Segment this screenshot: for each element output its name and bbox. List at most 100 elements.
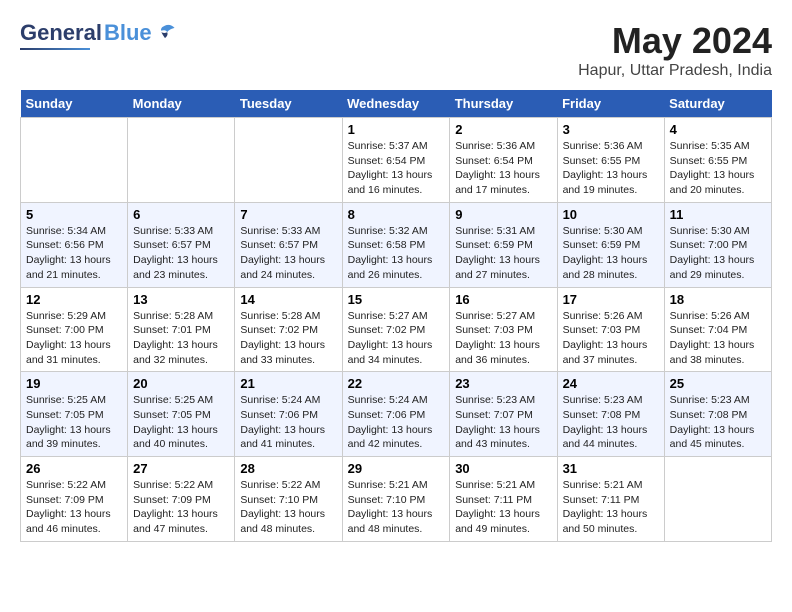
day-info: Sunrise: 5:35 AMSunset: 6:55 PMDaylight:…	[670, 139, 766, 198]
calendar-week-row: 12 Sunrise: 5:29 AMSunset: 7:00 PMDayligh…	[21, 287, 772, 372]
day-info: Sunrise: 5:26 AMSunset: 7:04 PMDaylight:…	[670, 309, 766, 368]
col-thursday: Thursday	[450, 90, 557, 118]
table-row: 24Sunrise: 5:23 AMSunset: 7:08 PMDayligh…	[557, 372, 664, 457]
table-row	[21, 118, 128, 203]
day-info: Sunrise: 5:29 AMSunset: 7:00 PMDaylight:…	[26, 309, 122, 368]
day-number: 23	[455, 376, 551, 391]
day-number: 18	[670, 292, 766, 307]
day-info: Sunrise: 5:22 AMSunset: 7:09 PMDaylight:…	[133, 478, 229, 537]
day-number: 16	[455, 292, 551, 307]
day-info: Sunrise: 5:22 AMSunset: 7:09 PMDaylight:…	[26, 478, 122, 537]
table-row: 7 Sunrise: 5:33 AMSunset: 6:57 PMDaylight…	[235, 202, 342, 287]
table-row: 14 Sunrise: 5:28 AMSunset: 7:02 PMDayligh…	[235, 287, 342, 372]
logo-underline	[20, 48, 90, 50]
table-row	[664, 457, 771, 542]
day-number: 27	[133, 461, 229, 476]
calendar-week-row: 1Sunrise: 5:37 AMSunset: 6:54 PMDaylight…	[21, 118, 772, 203]
day-number: 14	[240, 292, 336, 307]
table-row: 23 Sunrise: 5:23 AMSunset: 7:07 PMDayligh…	[450, 372, 557, 457]
day-number: 10	[563, 207, 659, 222]
page-header: General Blue May 2024 Hapur, Uttar Prade…	[20, 20, 772, 80]
day-info: Sunrise: 5:27 AMSunset: 7:02 PMDaylight:…	[348, 309, 445, 368]
day-number: 28	[240, 461, 336, 476]
table-row: 6Sunrise: 5:33 AMSunset: 6:57 PMDaylight…	[128, 202, 235, 287]
logo-blue: Blue	[104, 20, 152, 46]
calendar-week-row: 19 Sunrise: 5:25 AMSunset: 7:05 PMDayligh…	[21, 372, 772, 457]
logo: General Blue	[20, 20, 176, 50]
table-row: 13Sunrise: 5:28 AMSunset: 7:01 PMDayligh…	[128, 287, 235, 372]
table-row: 1Sunrise: 5:37 AMSunset: 6:54 PMDaylight…	[342, 118, 450, 203]
day-info: Sunrise: 5:24 AMSunset: 7:06 PMDaylight:…	[240, 393, 336, 452]
table-row	[128, 118, 235, 203]
table-row	[235, 118, 342, 203]
day-info: Sunrise: 5:23 AMSunset: 7:08 PMDaylight:…	[670, 393, 766, 452]
col-monday: Monday	[128, 90, 235, 118]
table-row: 26 Sunrise: 5:22 AMSunset: 7:09 PMDayligh…	[21, 457, 128, 542]
day-info: Sunrise: 5:36 AMSunset: 6:55 PMDaylight:…	[563, 139, 659, 198]
day-info: Sunrise: 5:21 AMSunset: 7:11 PMDaylight:…	[563, 478, 659, 537]
day-number: 31	[563, 461, 659, 476]
day-info: Sunrise: 5:28 AMSunset: 7:02 PMDaylight:…	[240, 309, 336, 368]
day-info: Sunrise: 5:30 AMSunset: 7:00 PMDaylight:…	[670, 224, 766, 283]
day-info: Sunrise: 5:27 AMSunset: 7:03 PMDaylight:…	[455, 309, 551, 368]
day-number: 24	[563, 376, 659, 391]
day-info: Sunrise: 5:32 AMSunset: 6:58 PMDaylight:…	[348, 224, 445, 283]
day-info: Sunrise: 5:37 AMSunset: 6:54 PMDaylight:…	[348, 139, 445, 198]
day-number: 17	[563, 292, 659, 307]
day-number: 13	[133, 292, 229, 307]
table-row: 12 Sunrise: 5:29 AMSunset: 7:00 PMDayligh…	[21, 287, 128, 372]
table-row: 16 Sunrise: 5:27 AMSunset: 7:03 PMDayligh…	[450, 287, 557, 372]
table-row: 10 Sunrise: 5:30 AMSunset: 6:59 PMDayligh…	[557, 202, 664, 287]
table-row: 31 Sunrise: 5:21 AMSunset: 7:11 PMDayligh…	[557, 457, 664, 542]
day-info: Sunrise: 5:23 AMSunset: 7:07 PMDaylight:…	[455, 393, 551, 452]
calendar-week-row: 5 Sunrise: 5:34 AMSunset: 6:56 PMDaylight…	[21, 202, 772, 287]
day-number: 29	[348, 461, 445, 476]
day-info: Sunrise: 5:22 AMSunset: 7:10 PMDaylight:…	[240, 478, 336, 537]
table-row: 9 Sunrise: 5:31 AMSunset: 6:59 PMDaylight…	[450, 202, 557, 287]
col-saturday: Saturday	[664, 90, 771, 118]
table-row: 29Sunrise: 5:21 AMSunset: 7:10 PMDayligh…	[342, 457, 450, 542]
day-number: 19	[26, 376, 122, 391]
day-number: 4	[670, 122, 766, 137]
title-block: May 2024 Hapur, Uttar Pradesh, India	[578, 20, 772, 80]
day-info: Sunrise: 5:34 AMSunset: 6:56 PMDaylight:…	[26, 224, 122, 283]
day-number: 26	[26, 461, 122, 476]
day-info: Sunrise: 5:33 AMSunset: 6:57 PMDaylight:…	[133, 224, 229, 283]
table-row: 15 Sunrise: 5:27 AMSunset: 7:02 PMDayligh…	[342, 287, 450, 372]
day-info: Sunrise: 5:25 AMSunset: 7:05 PMDaylight:…	[133, 393, 229, 452]
day-info: Sunrise: 5:21 AMSunset: 7:11 PMDaylight:…	[455, 478, 551, 537]
logo-bird-icon	[154, 22, 176, 44]
table-row: 5 Sunrise: 5:34 AMSunset: 6:56 PMDaylight…	[21, 202, 128, 287]
table-row: 18 Sunrise: 5:26 AMSunset: 7:04 PMDayligh…	[664, 287, 771, 372]
day-number: 12	[26, 292, 122, 307]
calendar-table: Sunday Monday Tuesday Wednesday Thursday…	[20, 90, 772, 542]
day-info: Sunrise: 5:31 AMSunset: 6:59 PMDaylight:…	[455, 224, 551, 283]
table-row: 28 Sunrise: 5:22 AMSunset: 7:10 PMDayligh…	[235, 457, 342, 542]
col-wednesday: Wednesday	[342, 90, 450, 118]
table-row: 8 Sunrise: 5:32 AMSunset: 6:58 PMDaylight…	[342, 202, 450, 287]
col-sunday: Sunday	[21, 90, 128, 118]
day-number: 9	[455, 207, 551, 222]
col-friday: Friday	[557, 90, 664, 118]
day-info: Sunrise: 5:33 AMSunset: 6:57 PMDaylight:…	[240, 224, 336, 283]
day-number: 8	[348, 207, 445, 222]
table-row: 19Sunrise: 5:25 AMSunset: 7:05 PMDayligh…	[21, 372, 128, 457]
day-number: 3	[563, 122, 659, 137]
day-info: Sunrise: 5:30 AMSunset: 6:59 PMDaylight:…	[563, 224, 659, 283]
day-number: 20	[133, 376, 229, 391]
day-number: 5	[26, 207, 122, 222]
table-row: 20 Sunrise: 5:25 AMSunset: 7:05 PMDayligh…	[128, 372, 235, 457]
table-row: 3 Sunrise: 5:36 AMSunset: 6:55 PMDaylight…	[557, 118, 664, 203]
logo-general: General	[20, 20, 102, 46]
day-number: 30	[455, 461, 551, 476]
day-info: Sunrise: 5:36 AMSunset: 6:54 PMDaylight:…	[455, 139, 551, 198]
table-row: 2 Sunrise: 5:36 AMSunset: 6:54 PMDaylight…	[450, 118, 557, 203]
table-row: 22Sunrise: 5:24 AMSunset: 7:06 PMDayligh…	[342, 372, 450, 457]
day-number: 2	[455, 122, 551, 137]
day-number: 15	[348, 292, 445, 307]
day-number: 11	[670, 207, 766, 222]
day-number: 7	[240, 207, 336, 222]
table-row: 17Sunrise: 5:26 AMSunset: 7:03 PMDayligh…	[557, 287, 664, 372]
table-row: 4 Sunrise: 5:35 AMSunset: 6:55 PMDaylight…	[664, 118, 771, 203]
day-number: 25	[670, 376, 766, 391]
